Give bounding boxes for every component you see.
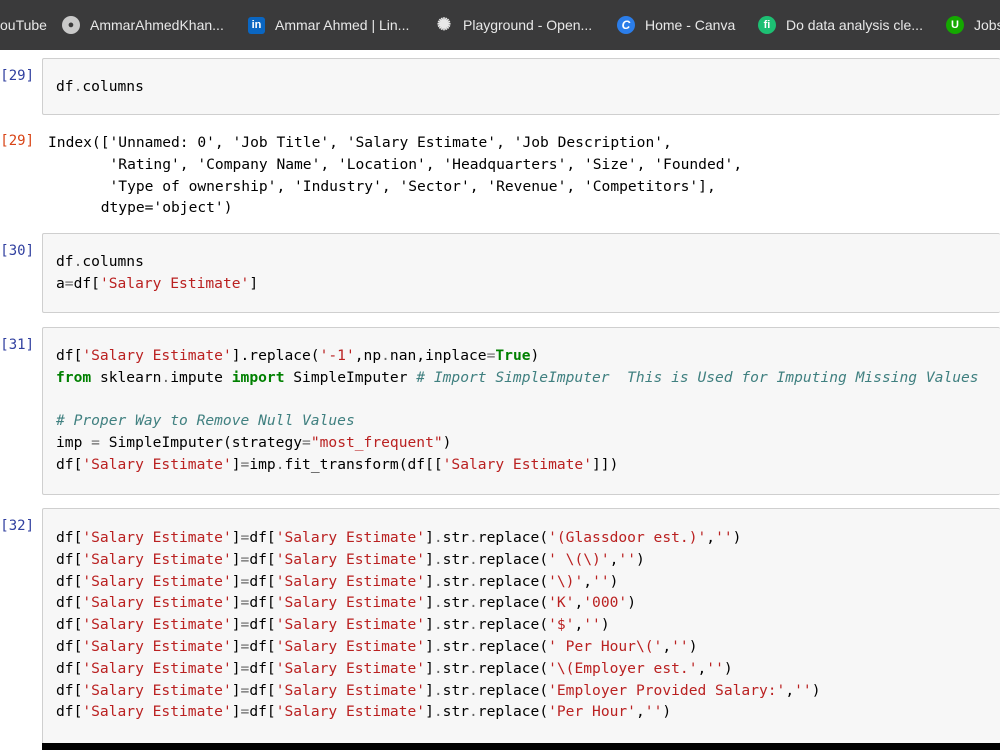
- input-prompt: [29]:: [0, 68, 34, 84]
- code-cell-32[interactable]: [32]: df['Salary Estimate']=df['Salary E…: [0, 508, 1000, 744]
- bookmark-canva[interactable]: C Home - Canva: [617, 0, 735, 50]
- upwork-icon: U: [946, 16, 964, 34]
- notebook-area: [29]: df.columns [29]: Index(['Unnamed: …: [0, 50, 1000, 750]
- bookmark-label: Home - Canva: [645, 17, 736, 33]
- bookmark-label: ouTube: [0, 17, 47, 33]
- fiverr-icon: fi: [758, 16, 776, 34]
- code-line: df['Salary Estimate']=df['Salary Estimat…: [56, 550, 645, 568]
- bookmark-openai-playground[interactable]: ✺ Playground - Open...: [435, 0, 592, 50]
- code-line: df['Salary Estimate']=df['Salary Estimat…: [56, 594, 636, 612]
- bookmark-youtube[interactable]: ouTube: [0, 0, 47, 50]
- bookmark-label: AmmarAhmedKhan...: [90, 17, 224, 33]
- bookmark-github[interactable]: ● AmmarAhmedKhan...: [62, 0, 224, 50]
- bookmark-upwork[interactable]: U Jobs: [946, 0, 1000, 50]
- openai-icon: ✺: [436, 15, 452, 34]
- linkedin-icon: in: [248, 16, 265, 34]
- bookmark-label: Ammar Ahmed | Lin...: [275, 17, 410, 33]
- input-prompt: [31]:: [0, 337, 34, 353]
- code-block: df.columns a=df['Salary Estimate']: [56, 253, 259, 292]
- bookmark-label: Playground - Open...: [463, 17, 593, 33]
- code-editor[interactable]: df.columns: [42, 58, 1000, 115]
- input-prompt: [30]:: [0, 243, 34, 259]
- bookmarks-bar: ouTube ● AmmarAhmedKhan... in Ammar Ahme…: [0, 0, 1000, 50]
- code-line: df['Salary Estimate']=df['Salary Estimat…: [56, 616, 610, 634]
- code-line: df.columns: [56, 78, 144, 95]
- bookmark-linkedin[interactable]: in Ammar Ahmed | Lin...: [248, 0, 409, 50]
- github-icon: ●: [62, 16, 80, 34]
- code-line: df['Salary Estimate']=df['Salary Estimat…: [56, 703, 672, 721]
- input-prompt: [32]:: [0, 518, 34, 534]
- output-cell-29: [29]: Index(['Unnamed: 0', 'Job Title', …: [0, 130, 1000, 225]
- code-editor[interactable]: df['Salary Estimate'].replace('-1',np.na…: [42, 327, 1000, 495]
- code-block: df['Salary Estimate']=df['Salary Estimat…: [56, 527, 821, 723]
- code-line: df['Salary Estimate']=df['Salary Estimat…: [56, 637, 698, 655]
- code-cell-30[interactable]: [30]: df.columnsa=df['Salary Estimate']: [0, 233, 1000, 313]
- output-text: Index(['Unnamed: 0', 'Job Title', 'Salar…: [48, 134, 743, 217]
- code-editor[interactable]: df.columns a=df['Salary Estimate']: [42, 233, 1000, 313]
- code-line: df['Salary Estimate']=df['Salary Estimat…: [56, 659, 733, 677]
- code-line: df['Salary Estimate']=df['Salary Estimat…: [56, 681, 821, 699]
- code-line: df['Salary Estimate']=df['Salary Estimat…: [56, 529, 742, 546]
- bookmark-fiverr[interactable]: fi Do data analysis cle...: [758, 0, 923, 50]
- code-cell-31[interactable]: [31]: df['Salary Estimate'].replace('-1'…: [0, 327, 1000, 495]
- output-prompt: [29]:: [0, 133, 34, 149]
- code-editor[interactable]: df['Salary Estimate']=df['Salary Estimat…: [42, 508, 1000, 744]
- canva-icon: C: [617, 16, 635, 34]
- code-block: df['Salary Estimate'].replace('-1',np.na…: [56, 347, 979, 473]
- code-line: df['Salary Estimate']=df['Salary Estimat…: [56, 572, 619, 590]
- code-cell-29[interactable]: [29]: df.columns: [0, 58, 1000, 115]
- bookmark-label: Jobs: [974, 17, 1000, 33]
- bookmark-label: Do data analysis cle...: [786, 17, 923, 33]
- bottom-edge: [42, 743, 1000, 750]
